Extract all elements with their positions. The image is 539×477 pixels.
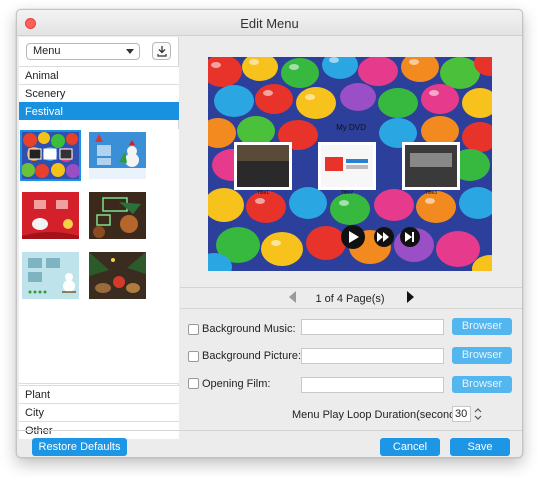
page-indicator: 1 of 4 Page(s) xyxy=(315,293,385,305)
opening-film-label: Opening Film: xyxy=(202,378,271,390)
preview-menu-title: My DVD xyxy=(336,123,366,132)
category-festival[interactable]: Festival xyxy=(19,102,179,120)
template-thumbnails xyxy=(19,129,179,384)
category-label: Scenery xyxy=(25,88,66,100)
preview-title-1[interactable]: Title1 xyxy=(238,190,288,196)
skip-end-icon[interactable] xyxy=(400,227,420,247)
restore-defaults-button[interactable]: Restore Defaults xyxy=(32,438,127,456)
template-thumbnail-snowman[interactable] xyxy=(22,252,79,299)
chevron-down-icon xyxy=(126,49,134,54)
menu-preview: My DVD Title1 Title2 Title3 xyxy=(208,57,492,271)
opening-film-browse-button[interactable]: Browser xyxy=(452,376,512,393)
category-plant[interactable]: Plant xyxy=(19,385,179,403)
title-bar: Edit Menu xyxy=(17,10,522,36)
background-music-field[interactable] xyxy=(301,319,444,335)
next-chapter-icon[interactable] xyxy=(374,227,394,247)
loop-duration-stepper[interactable] xyxy=(473,406,483,422)
save-button[interactable]: Save xyxy=(450,438,510,456)
edit-menu-window: Edit Menu Menu Animal Scenery Festival P… xyxy=(16,9,523,458)
background-music-checkbox[interactable] xyxy=(188,324,199,335)
background-picture-field[interactable] xyxy=(301,348,444,364)
loop-duration-input[interactable]: 30 xyxy=(452,406,471,422)
background-picture-browse-button[interactable]: Browser xyxy=(452,347,512,364)
category-animal[interactable]: Animal xyxy=(19,66,179,84)
template-thumbnail-pine[interactable] xyxy=(89,252,146,299)
category-city[interactable]: City xyxy=(19,403,179,421)
opening-film-checkbox[interactable] xyxy=(188,378,199,389)
window-title: Edit Menu xyxy=(240,16,299,31)
category-label: Animal xyxy=(25,70,59,82)
download-icon xyxy=(157,46,167,57)
divider xyxy=(17,430,522,431)
template-thumbnail-christmas-red[interactable] xyxy=(22,192,79,239)
background-music-label: Background Music: xyxy=(202,323,296,335)
template-type-select[interactable]: Menu xyxy=(26,43,140,60)
opening-film-field[interactable] xyxy=(301,377,444,393)
background-picture-checkbox[interactable] xyxy=(188,351,199,362)
loop-duration-label: Menu Play Loop Duration(seconds): xyxy=(292,409,468,421)
category-label: Festival xyxy=(25,106,63,118)
cancel-button[interactable]: Cancel xyxy=(380,438,440,456)
template-type-value: Menu xyxy=(33,45,61,57)
divider xyxy=(180,308,522,309)
stepper-arrows-icon xyxy=(474,408,482,420)
divider xyxy=(180,287,522,288)
template-thumbnail-gingerbread[interactable] xyxy=(89,192,146,239)
category-label: Other xyxy=(25,425,53,437)
download-button[interactable] xyxy=(152,42,171,60)
template-thumbnail-christmas-blue[interactable] xyxy=(89,132,146,179)
template-thumbnail-candy[interactable] xyxy=(20,130,81,181)
template-sidebar: Menu Animal Scenery Festival Plant City … xyxy=(19,37,179,439)
next-page-icon[interactable] xyxy=(407,291,414,303)
category-label: City xyxy=(25,407,44,419)
play-icon[interactable] xyxy=(341,225,365,249)
previous-page-icon[interactable] xyxy=(289,291,296,303)
background-music-browse-button[interactable]: Browser xyxy=(452,318,512,335)
background-picture-label: Background Picture: xyxy=(202,350,302,362)
preview-title-3[interactable]: Title3 xyxy=(406,190,456,196)
preview-title-2[interactable]: Title2 xyxy=(322,190,372,196)
category-label: Plant xyxy=(25,389,51,401)
category-scenery[interactable]: Scenery xyxy=(19,84,179,102)
